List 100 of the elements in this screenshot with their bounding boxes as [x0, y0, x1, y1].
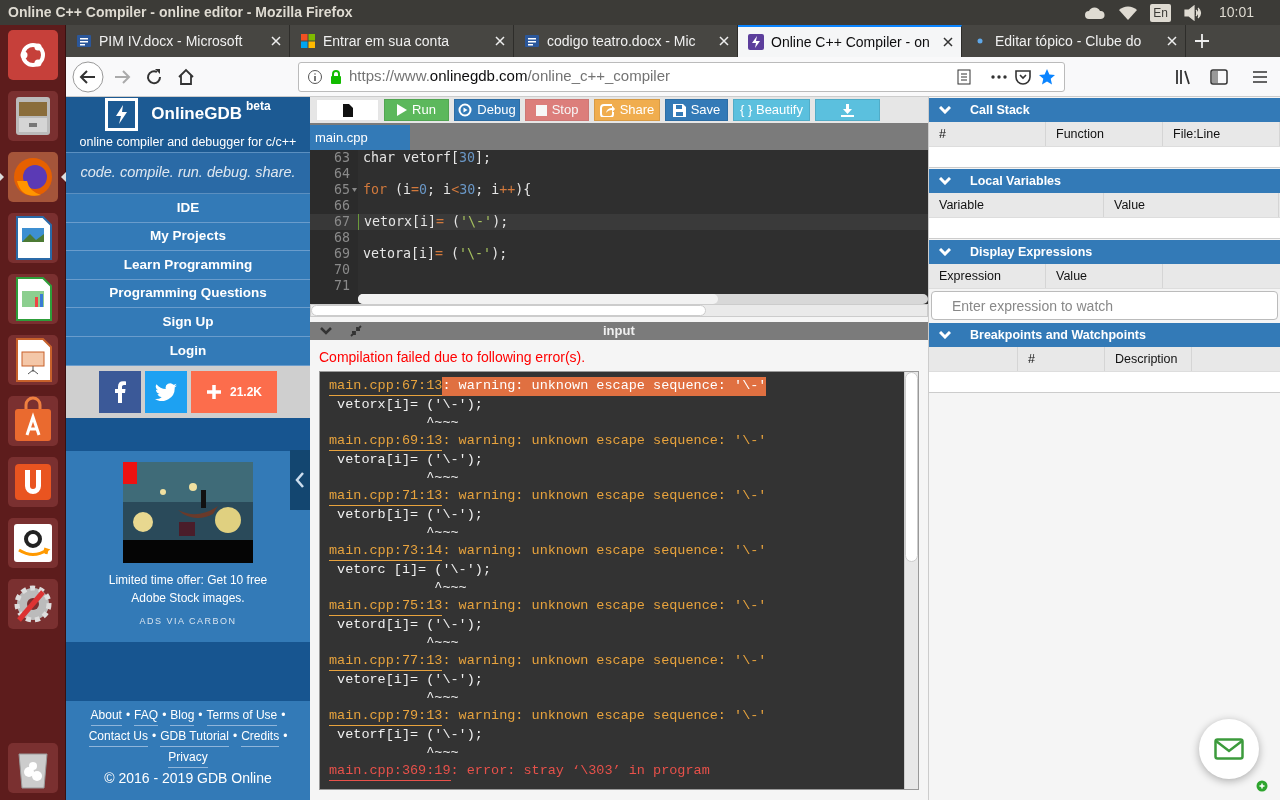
share-count-button[interactable]: 21.2K	[191, 370, 277, 413]
file-location-link[interactable]: main.cpp:75:13	[329, 597, 443, 616]
spreadsheet-document-icon[interactable]	[6, 273, 59, 325]
beta-label: beta	[246, 98, 271, 116]
panel-header[interactable]: Local Variables	[929, 169, 1280, 193]
picture-document-icon[interactable]	[6, 212, 59, 264]
facebook-icon	[114, 380, 126, 403]
panel-header[interactable]: Display Expressions	[929, 240, 1280, 264]
source-line: vetorx[i]= ('\-');	[336, 396, 483, 414]
diagnostic-message: : warning: unknown escape sequence: '\-'	[442, 542, 767, 560]
play-icon	[397, 104, 408, 116]
collapse-arrows-icon[interactable]	[350, 325, 362, 337]
collapse-sidebar-button[interactable]	[290, 450, 310, 510]
pocket-icon[interactable]	[1014, 68, 1032, 85]
file-location-link[interactable]: main.cpp:69:13	[329, 432, 443, 451]
run-button[interactable]: Run	[384, 99, 449, 121]
status-dot-icon[interactable]	[1256, 780, 1268, 792]
file-location-link[interactable]: main.cpp:77:13	[329, 652, 443, 671]
copyright-text: © 2016 - 2019 GDB Online	[104, 768, 272, 788]
chat-button[interactable]	[1199, 719, 1259, 779]
caret-marker: ^~~~	[425, 689, 459, 707]
volume-icon[interactable]	[1182, 4, 1203, 21]
keyboard-layout-indicator[interactable]: En	[1150, 3, 1171, 22]
debug-icon	[458, 103, 473, 117]
cloud-icon[interactable]	[1084, 5, 1107, 20]
source-line: vetord[i]= ('\-');	[336, 616, 483, 634]
diagnostic-message: : warning: unknown escape sequence: '\-'	[442, 377, 767, 396]
file-cabinet-icon[interactable]	[6, 90, 59, 142]
chevron-left-icon	[295, 471, 305, 489]
trash-icon[interactable]	[6, 742, 59, 794]
save-button[interactable]: Save	[665, 99, 728, 121]
shopping-bag-icon[interactable]	[6, 395, 59, 447]
caret-marker: ^~~~	[425, 524, 459, 542]
footer-link[interactable]: About	[90, 704, 122, 726]
new-tab-icon[interactable]	[1194, 33, 1210, 49]
diagnostic-message: : warning: unknown escape sequence: '\-'	[442, 597, 767, 615]
motto: code. compile. run. debug. share.	[80, 163, 296, 183]
panel-header[interactable]: Breakpoints and Watchpoints	[929, 323, 1280, 347]
expression-input-field[interactable]: Enter expression to watch	[931, 291, 1278, 320]
footer-link[interactable]: Terms of Use	[206, 704, 278, 726]
line-number: 71	[334, 278, 350, 294]
fold-arrow-icon[interactable]	[352, 188, 357, 192]
share-icon	[599, 103, 615, 117]
star-icon[interactable]	[1038, 67, 1056, 86]
new-file-button[interactable]	[316, 99, 379, 121]
facebook-share-button[interactable]	[99, 370, 141, 413]
caret-marker: ^~~~	[425, 744, 459, 762]
clock[interactable]: 10:01	[1218, 2, 1254, 23]
code-line: vetorx[i]= ('\-');	[358, 214, 509, 230]
source-line: vetore[i]= ('\-');	[336, 671, 483, 689]
caret-marker: ^~~~	[433, 579, 467, 597]
twitter-share-button[interactable]	[145, 370, 187, 413]
wifi-icon[interactable]	[1118, 4, 1139, 21]
column-header: Function	[1046, 122, 1163, 146]
file-location-link[interactable]: main.cpp:73:14	[329, 542, 443, 561]
ring-logo-icon[interactable]	[6, 29, 59, 81]
code-line: char vetorf[30];	[362, 150, 492, 166]
bullet-separator: •	[283, 727, 288, 745]
home-icon[interactable]	[176, 66, 196, 87]
line-number: 65	[334, 182, 350, 198]
code-editor[interactable]: 63 64 65 66 67 68 69 70 71 char vetorf[30]; for (i=0; i<30; i++){ vetorx[i]= ('\-'); vetora[i]= ('\-');	[310, 150, 928, 304]
footer-link[interactable]: Blog	[170, 704, 195, 726]
panel-header[interactable]: Call Stack	[929, 98, 1280, 122]
column-header: #	[1018, 347, 1105, 371]
file-location-link[interactable]: main.cpp:369:19	[329, 762, 451, 781]
stop-icon	[535, 104, 547, 116]
footer-link[interactable]: Contact Us	[88, 725, 148, 747]
browser-tab[interactable]: Online C++ Compiler - on	[738, 25, 962, 57]
reader-view-icon[interactable]	[956, 68, 972, 85]
footer-link[interactable]: Privacy	[168, 746, 208, 768]
footer-link[interactable]: FAQ	[134, 704, 159, 726]
debug-button[interactable]: Debug	[454, 99, 520, 121]
u-logo-icon[interactable]	[6, 456, 59, 508]
line-number: 69	[334, 246, 350, 262]
more-options-icon[interactable]	[990, 73, 1008, 80]
scrollbar-thumb[interactable]	[905, 372, 918, 562]
address-bar[interactable]: https://www.onlinegdb.com/online_c++_compiler	[298, 61, 1065, 92]
four-squares-icon	[300, 33, 316, 49]
file-location-link[interactable]: main.cpp:79:13	[329, 707, 443, 726]
window-title: Online C++ Compiler - online editor - Mozilla Firefox	[8, 3, 354, 22]
reload-icon[interactable]	[144, 66, 164, 87]
close-icon[interactable]	[943, 37, 953, 47]
presentation-document-icon[interactable]	[6, 334, 59, 386]
file-tab[interactable]: main.cpp	[310, 125, 410, 150]
gear-wrench-icon[interactable]	[6, 578, 59, 630]
menu-icon[interactable]	[1252, 69, 1268, 84]
browser-logo-icon[interactable]	[6, 151, 59, 203]
download-button[interactable]	[815, 99, 880, 121]
scrollbar-thumb[interactable]	[311, 305, 706, 316]
file-location-link[interactable]: main.cpp:71:13	[329, 487, 443, 506]
document-icon	[524, 33, 540, 49]
back-icon[interactable]	[72, 60, 104, 93]
scrollbar-thumb[interactable]	[358, 294, 718, 304]
sidebar-icon[interactable]	[1210, 68, 1228, 85]
ad-attribution[interactable]: ADS VIA CARBON	[139, 614, 237, 629]
caret-marker: ^~~~	[425, 634, 459, 652]
footer-link[interactable]: GDB Tutorial	[160, 725, 229, 747]
line-number: 64	[334, 166, 350, 182]
chevron-down-icon[interactable]	[320, 327, 332, 335]
footer-link[interactable]: Credits	[241, 725, 280, 747]
